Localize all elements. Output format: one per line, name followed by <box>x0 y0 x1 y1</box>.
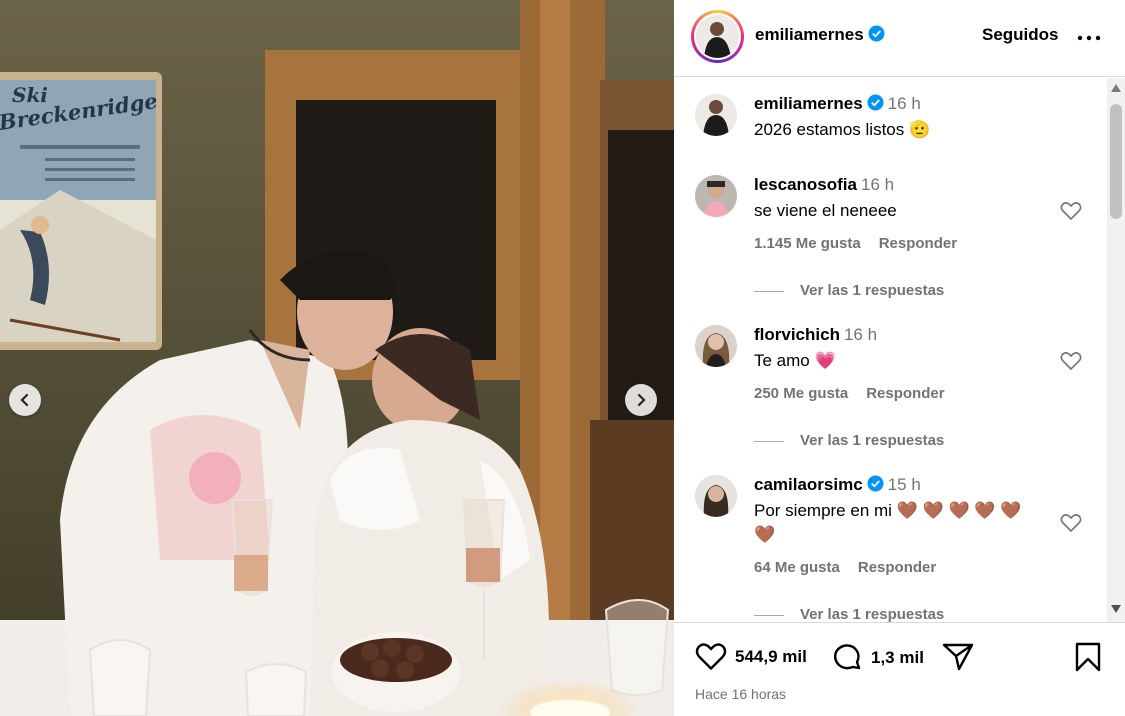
save-button[interactable] <box>1074 642 1110 672</box>
more-options-button[interactable] <box>1077 26 1101 55</box>
chevron-right-icon <box>637 393 646 407</box>
heart-outline-icon <box>1060 352 1082 371</box>
comment-like-button[interactable] <box>1060 513 1082 538</box>
comment-like-button[interactable] <box>1060 351 1082 376</box>
comment-likes-count[interactable]: 1.145 Me gusta <box>754 235 861 252</box>
comments-count[interactable]: 1,3 mil <box>871 648 924 668</box>
post-header: emiliamernes Seguidos <box>674 0 1125 77</box>
verified-badge-icon <box>867 94 884 111</box>
scrollbar-thumb[interactable] <box>1110 104 1122 219</box>
caption-username[interactable]: emiliamernes 16 h <box>754 94 921 114</box>
comments-scrollbar[interactable] <box>1107 78 1125 622</box>
caption-author-avatar[interactable] <box>695 94 737 136</box>
saluting-face-emoji: 🫡 <box>908 120 931 139</box>
comment-meta: 1.145 Me gusta Responder <box>754 235 957 252</box>
comment-username[interactable]: lescanosofia 16 h <box>754 175 894 195</box>
scroll-up-arrow-icon[interactable] <box>1110 83 1122 93</box>
commenter-avatar[interactable] <box>695 475 737 517</box>
comment-meta: 250 Me gusta Responder <box>754 385 945 402</box>
next-photo-button[interactable] <box>625 384 657 416</box>
comment-time[interactable]: 15 h <box>888 475 921 494</box>
comment-button[interactable]: 1,3 mil <box>831 642 924 674</box>
following-button[interactable]: Seguidos <box>982 25 1059 45</box>
post-timestamp[interactable]: Hace 16 horas <box>695 686 786 702</box>
chevron-left-icon <box>20 393 29 407</box>
brown-heart-emojis: 🤎 🤎 🤎 🤎 🤎 <box>896 501 1022 520</box>
reply-button[interactable]: Responder <box>879 235 957 252</box>
comment-like-button[interactable] <box>1060 201 1082 226</box>
comment-username[interactable]: camilaorsimc 15 h <box>754 475 921 495</box>
likes-count[interactable]: 544,9 mil <box>735 647 807 667</box>
verified-badge-icon <box>868 25 885 42</box>
caption-time[interactable]: 16 h <box>888 94 921 113</box>
post-actions-bar: 544,9 mil 1,3 mil Hace 16 horas <box>674 622 1125 716</box>
post-author-username[interactable]: emiliamernes <box>755 25 885 45</box>
author-avatar-story-ring[interactable] <box>691 10 744 63</box>
bookmark-icon <box>1075 642 1101 672</box>
reply-button[interactable]: Responder <box>866 385 944 402</box>
comment-text: Por siempre en mi 🤎 🤎 🤎 🤎 🤎 🤎 <box>754 501 1022 544</box>
comment-bubble-icon <box>833 644 861 670</box>
reply-button[interactable]: Responder <box>858 559 936 576</box>
commenter-avatar[interactable] <box>695 325 737 367</box>
post-photo[interactable]: Ski Breckenridge <box>0 0 674 716</box>
author-avatar <box>696 15 739 58</box>
heart-outline-icon <box>695 643 727 670</box>
commenter-avatar[interactable] <box>695 175 737 217</box>
view-replies-button[interactable]: Ver las 1 respuestas <box>754 432 944 449</box>
post-photo-scene: Ski Breckenridge <box>0 0 674 716</box>
heart-outline-icon <box>1060 514 1082 533</box>
comment-likes-count[interactable]: 250 Me gusta <box>754 385 848 402</box>
view-replies-button[interactable]: Ver las 1 respuestas <box>754 282 944 299</box>
view-replies-button[interactable]: Ver las 1 respuestas <box>754 606 944 622</box>
comment-time[interactable]: 16 h <box>861 175 894 194</box>
comment-text: se viene el neneee <box>754 201 897 220</box>
pink-heart-emoji: 💗 <box>814 351 836 370</box>
share-button[interactable] <box>942 642 982 672</box>
like-button[interactable]: 544,9 mil <box>695 642 807 671</box>
caption-text: 2026 estamos listos 🫡 <box>754 120 931 139</box>
previous-photo-button[interactable] <box>9 384 41 416</box>
verified-badge-icon <box>867 475 884 492</box>
paper-plane-icon <box>942 643 974 671</box>
brown-heart-emoji: 🤎 <box>754 525 776 544</box>
scroll-down-arrow-icon[interactable] <box>1110 604 1122 614</box>
comment-meta: 64 Me gusta Responder <box>754 559 936 576</box>
ski-poster: Ski Breckenridge <box>0 72 162 350</box>
comments-list[interactable]: emiliamernes 16 h 2026 estamos listos 🫡 l… <box>674 78 1125 622</box>
comment-username[interactable]: florvichich 16 h <box>754 325 877 345</box>
chocolate-bowl <box>332 632 460 712</box>
more-horizontal-icon <box>1077 35 1101 41</box>
comment-likes-count[interactable]: 64 Me gusta <box>754 559 840 576</box>
comment-time[interactable]: 16 h <box>844 325 877 344</box>
post-side-panel: emiliamernes Seguidos emiliamernes 16 h 2… <box>674 0 1125 716</box>
heart-outline-icon <box>1060 202 1082 221</box>
comment-text: Te amo 💗 <box>754 351 836 370</box>
